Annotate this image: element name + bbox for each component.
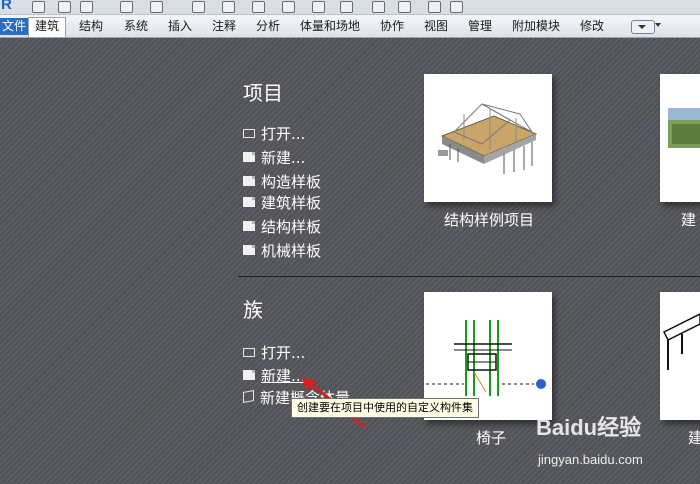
- ribbon-tab-bar: 文件 建筑 结构 系统 插入 注释 分析 体量和场地 协作 视图 管理 附加模块…: [0, 15, 700, 38]
- document-icon: [243, 245, 255, 255]
- architectural-sample-label[interactable]: 建: [681, 209, 696, 230]
- baidu-watermark-url: jingyan.baidu.com: [538, 452, 643, 467]
- undo-icon[interactable]: [120, 1, 133, 13]
- structural-template-link[interactable]: 结构样板: [243, 217, 321, 237]
- tab-annotate[interactable]: 注释: [206, 18, 242, 35]
- tab-collaborate[interactable]: 协作: [374, 18, 410, 35]
- tab-analyze[interactable]: 分析: [250, 18, 286, 35]
- save-icon[interactable]: [58, 1, 71, 13]
- structural-model-image: [438, 103, 538, 174]
- tab-systems[interactable]: 系统: [118, 18, 154, 35]
- customize-icon[interactable]: [450, 1, 463, 13]
- architectural-family-thumbnail[interactable]: [660, 292, 700, 420]
- tab-structure[interactable]: 结构: [73, 18, 109, 35]
- close-windows-icon[interactable]: [398, 1, 411, 13]
- tab-file[interactable]: 文件: [0, 18, 31, 35]
- ribbon-dropdown-caret-icon[interactable]: [655, 23, 661, 27]
- architectural-template-link[interactable]: 建筑样板: [243, 193, 321, 213]
- revit-logo-icon[interactable]: R: [1, 0, 13, 13]
- cube-icon: [243, 390, 254, 403]
- families-heading: 族: [243, 298, 263, 322]
- project-new-link[interactable]: 新建...: [243, 148, 305, 168]
- tab-add-ins[interactable]: 附加模块: [506, 18, 566, 35]
- document-icon: [243, 176, 255, 186]
- architectural-sample-thumbnail[interactable]: [660, 74, 700, 202]
- tab-massing-site[interactable]: 体量和场地: [294, 18, 366, 35]
- section-divider: [238, 276, 700, 277]
- document-icon: [243, 197, 255, 207]
- folder-icon: [243, 348, 255, 357]
- section-icon[interactable]: [340, 1, 353, 13]
- tab-insert[interactable]: 插入: [162, 18, 198, 35]
- 3d-view-icon[interactable]: [312, 1, 325, 13]
- sync-icon[interactable]: [80, 1, 93, 13]
- text-icon[interactable]: [282, 1, 295, 13]
- thin-lines-icon[interactable]: [372, 1, 385, 13]
- family-open-link[interactable]: 打开...: [243, 343, 305, 363]
- folder-icon: [243, 129, 255, 138]
- tab-architecture[interactable]: 建筑: [28, 17, 67, 37]
- baidu-watermark-logo: Baidu经验: [536, 415, 642, 440]
- project-open-link[interactable]: 打开...: [243, 124, 305, 144]
- print-icon[interactable]: [192, 1, 205, 13]
- table-model-image: [662, 313, 700, 370]
- document-icon: [243, 370, 255, 380]
- tab-view[interactable]: 视图: [418, 18, 454, 35]
- redo-icon[interactable]: [150, 1, 163, 13]
- switch-windows-icon[interactable]: [428, 1, 441, 13]
- open-icon[interactable]: [32, 1, 45, 13]
- mechanical-template-link[interactable]: 机械样板: [243, 241, 321, 261]
- tab-manage[interactable]: 管理: [462, 18, 498, 35]
- chair-family-label[interactable]: 椅子: [476, 427, 506, 448]
- document-icon: [243, 152, 255, 162]
- construction-template-link[interactable]: 构造样板: [243, 172, 321, 192]
- document-icon: [243, 221, 255, 231]
- dimension-icon[interactable]: [252, 1, 265, 13]
- architectural-family-label[interactable]: 建: [688, 427, 700, 448]
- quick-access-toolbar: R: [0, 0, 700, 15]
- tab-modify[interactable]: 修改: [574, 18, 610, 35]
- new-family-tooltip: 创建要在项目中使用的自定义构件集: [291, 398, 479, 418]
- structural-sample-thumbnail[interactable]: [424, 74, 552, 202]
- architectural-model-image: [668, 108, 700, 148]
- projects-heading: 项目: [243, 81, 283, 105]
- measure-icon[interactable]: [222, 1, 235, 13]
- structural-sample-label[interactable]: 结构样例项目: [444, 209, 534, 230]
- ribbon-display-toggle[interactable]: [631, 20, 655, 34]
